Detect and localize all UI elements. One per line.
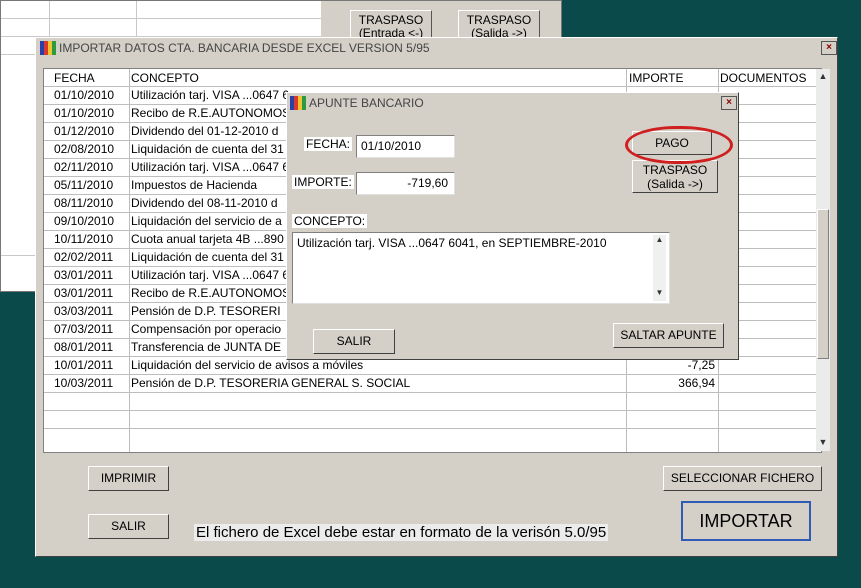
- close-icon[interactable]: ×: [821, 41, 837, 55]
- table-row[interactable]: 10/03/2011 Pensión de D.P. TESORERIA GENE…: [44, 375, 821, 393]
- fecha-label: FECHA:: [304, 137, 353, 151]
- column-header-documentos: DOCUMENTOS: [720, 71, 807, 85]
- column-header-importe: IMPORTE: [629, 71, 684, 85]
- cell-fecha: 08/11/2010: [54, 196, 114, 210]
- cell-importe: 366,94: [678, 376, 715, 390]
- import-window-titlebar: IMPORTAR DATOS CTA. BANCARIA DESDE EXCEL…: [36, 38, 837, 58]
- saltar-apunte-button[interactable]: SALTAR APUNTE: [613, 323, 724, 348]
- column-header-fecha: FECHA: [54, 71, 95, 85]
- cell-fecha: 01/10/2010: [54, 88, 115, 102]
- importar-button[interactable]: IMPORTAR: [681, 501, 811, 541]
- table-row[interactable]: [44, 393, 821, 411]
- format-notice: El fichero de Excel debe estar en format…: [194, 524, 609, 541]
- dialog-title: APUNTE BANCARIO: [309, 96, 424, 110]
- salir-button[interactable]: SALIR: [88, 514, 169, 539]
- imprimir-button[interactable]: IMPRIMIR: [88, 466, 169, 491]
- table-header: FECHA CONCEPTO IMPORTE DOCUMENTOS: [44, 69, 821, 87]
- cell-fecha: 09/10/2010: [54, 214, 115, 228]
- pago-highlight-oval: [625, 126, 733, 164]
- scroll-thumb[interactable]: [817, 209, 829, 359]
- cell-fecha: 03/01/2011: [54, 286, 114, 300]
- fecha-field[interactable]: 01/10/2010: [356, 135, 455, 158]
- cell-fecha: 02/02/2011: [54, 250, 114, 264]
- scroll-down-arrow-icon[interactable]: ▼: [816, 435, 830, 449]
- cell-fecha: 01/10/2010: [54, 106, 115, 120]
- cell-fecha: 10/11/2010: [54, 232, 114, 246]
- seleccionar-fichero-button[interactable]: SELECCIONAR FICHERO: [663, 466, 822, 491]
- concepto-scrollbar[interactable]: ▲ ▼: [653, 235, 666, 301]
- cell-fecha: 03/01/2011: [54, 268, 114, 282]
- cell-fecha: 03/03/2011: [54, 304, 114, 318]
- table-row[interactable]: [44, 411, 821, 429]
- importe-field[interactable]: -719,60: [356, 172, 455, 195]
- app-icon: [40, 41, 56, 55]
- concepto-label: CONCEPTO:: [292, 214, 368, 228]
- cell-fecha: 08/01/2011: [54, 340, 114, 354]
- dialog-icon: [290, 96, 306, 110]
- dialog-salir-button[interactable]: SALIR: [313, 329, 395, 354]
- table-scrollbar[interactable]: ▲ ▼: [816, 69, 830, 451]
- dialog-close-icon[interactable]: ×: [721, 96, 737, 110]
- cell-fecha: 10/03/2011: [54, 376, 114, 390]
- cell-fecha: 02/08/2010: [54, 142, 115, 156]
- cell-fecha: 10/01/2011: [54, 358, 114, 372]
- concepto-textarea[interactable]: Utilización tarj. VISA ...0647 6041, en …: [292, 232, 670, 304]
- cell-fecha: 01/12/2010: [54, 124, 115, 138]
- importe-label: IMPORTE:: [292, 175, 354, 189]
- scroll-up-arrow-icon[interactable]: ▲: [816, 69, 830, 83]
- traspaso-button[interactable]: TRASPASO (Salida ->): [632, 160, 718, 193]
- cell-concepto: Pensión de D.P. TESORERIA GENERAL S. SOC…: [131, 376, 411, 390]
- window-title: IMPORTAR DATOS CTA. BANCARIA DESDE EXCEL…: [59, 41, 430, 55]
- cell-fecha: 05/11/2010: [54, 178, 114, 192]
- cell-fecha: 07/03/2011: [54, 322, 114, 336]
- cell-fecha: 02/11/2010: [54, 160, 114, 174]
- column-header-concepto: CONCEPTO: [131, 71, 199, 85]
